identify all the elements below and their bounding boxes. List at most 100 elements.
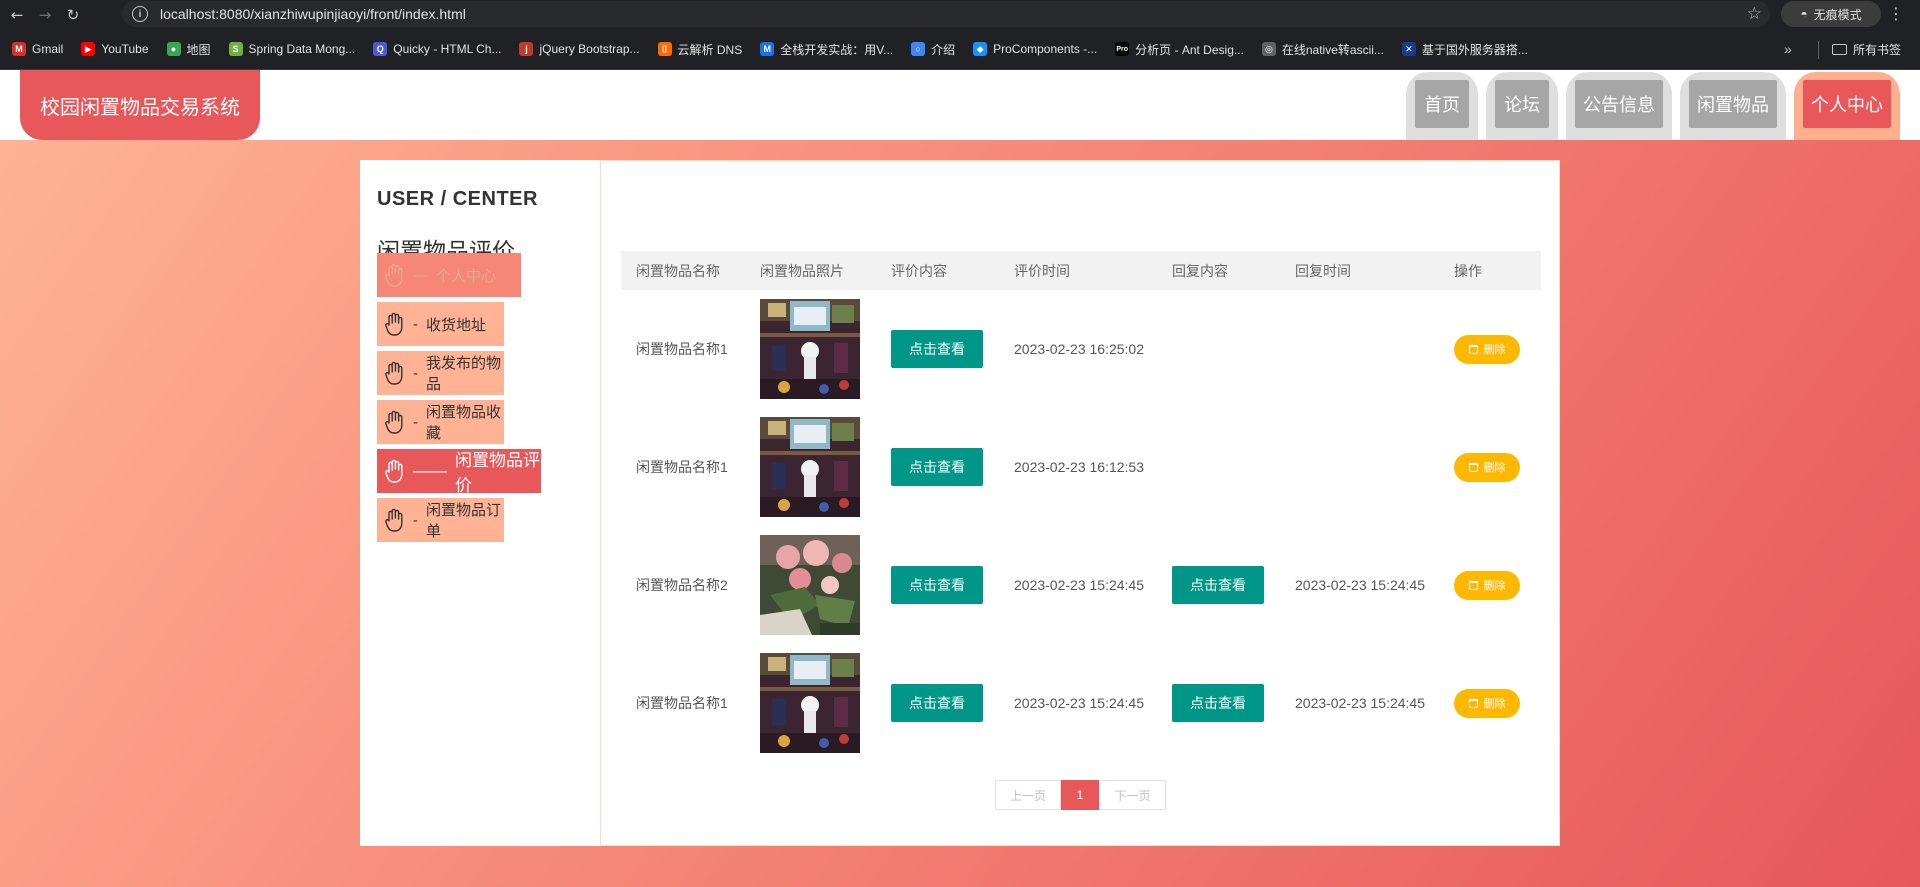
- prev-page-button[interactable]: 上一页: [995, 780, 1061, 810]
- all-bookmarks-label: 所有书签: [1853, 42, 1902, 57]
- trash-icon: [1468, 462, 1478, 472]
- nav-tab-items[interactable]: 闲置物品: [1680, 72, 1786, 140]
- sidebar-item-reviews[interactable]: —— 闲置物品评价: [377, 449, 541, 495]
- bookmark-label: YouTube: [101, 42, 149, 56]
- delete-label: 删除: [1483, 344, 1506, 356]
- delete-button[interactable]: 删除: [1454, 452, 1520, 482]
- bookmark-favicon-icon: ▶: [81, 42, 96, 56]
- site-info-icon[interactable]: i: [132, 6, 148, 22]
- bookmark-item[interactable]: Q Quicky - HTML Ch...: [373, 42, 501, 56]
- item-photo[interactable]: [760, 535, 860, 635]
- sidebar-item-dash: -: [413, 364, 418, 382]
- item-name-cell: 闲置物品名称1: [636, 695, 728, 711]
- sidebar-item-label: 我发布的物品: [426, 355, 502, 393]
- reload-icon[interactable]: ↻: [62, 4, 84, 26]
- nav-tab-announcements[interactable]: 公告信息: [1566, 72, 1672, 140]
- item-photo-cell: [745, 535, 876, 635]
- delete-button[interactable]: 删除: [1454, 688, 1520, 718]
- bookmarks-bar: M Gmail ▶ YouTube ● 地图 S Spring Data Mong... Q Qu…: [0, 29, 1920, 70]
- eval-time-cell: 2023-02-23 15:24:45: [1014, 577, 1144, 593]
- site-header: 校园闲置物品交易系统 首页 论坛 公告信息 闲置物品 个人中心: [0, 70, 1920, 140]
- bookmark-label: 云解析 DNS: [677, 42, 743, 57]
- view-eval-button[interactable]: 点击查看: [891, 684, 983, 722]
- hand-icon: [383, 507, 407, 533]
- actions-cell: 删除: [1439, 452, 1541, 482]
- more-bookmarks-icon[interactable]: »: [1784, 41, 1792, 57]
- forward-arrow-icon[interactable]: →: [34, 4, 56, 26]
- bookmark-item[interactable]: ◎ 在线native转ascii...: [1261, 41, 1384, 58]
- column-header: 操作: [1454, 262, 1482, 279]
- bookmark-label: Quicky - HTML Ch...: [393, 42, 502, 56]
- nav-tab-forum[interactable]: 论坛: [1486, 72, 1558, 140]
- back-arrow-icon[interactable]: ←: [6, 4, 28, 26]
- nav-tab-label: 首页: [1415, 80, 1469, 128]
- bookmark-item[interactable]: ● 地图: [166, 41, 211, 58]
- item-name-cell: 闲置物品名称2: [636, 577, 728, 593]
- all-bookmarks[interactable]: 所有书签: [1832, 41, 1901, 58]
- column-header: 闲置物品照片: [760, 262, 844, 279]
- incognito-badge[interactable]: ◓ 无痕模式: [1781, 1, 1881, 27]
- bookmark-item[interactable]: M 全栈开发实战：用V...: [760, 41, 893, 58]
- bookmark-item[interactable]: ○ 介绍: [911, 41, 955, 58]
- sidebar-item-label: 闲置物品评价: [455, 451, 540, 495]
- column-header: 评价内容: [891, 262, 947, 279]
- hand-icon: [383, 409, 407, 435]
- reviews-table: 闲置物品名称 闲置物品照片 评价内容 评价时间 回复内容 回复时间 操作 闲置物…: [621, 251, 1541, 762]
- sidebar-item-user-center[interactable]: — 个人中心: [377, 253, 521, 297]
- current-page[interactable]: 1: [1061, 780, 1099, 810]
- item-photo[interactable]: [760, 653, 860, 753]
- bookmark-favicon-icon: []: [657, 42, 672, 56]
- reply-content-cell: 点击查看: [1157, 566, 1280, 604]
- sidebar-item-label: 闲置物品收藏: [426, 404, 502, 442]
- actions-cell: 删除: [1439, 334, 1541, 364]
- bookmarks-divider: [1818, 41, 1819, 59]
- hand-icon: [383, 458, 407, 484]
- bookmark-item[interactable]: M Gmail: [12, 42, 63, 56]
- bookmark-item[interactable]: ▶ YouTube: [81, 42, 149, 56]
- view-reply-button[interactable]: 点击查看: [1172, 684, 1264, 722]
- sidebar-item-orders[interactable]: - 闲置物品订单: [377, 498, 504, 542]
- item-photo-cell: [745, 653, 876, 753]
- view-eval-button[interactable]: 点击查看: [891, 330, 983, 368]
- url-text[interactable]: localhost:8080/xianzhiwupinjiaoyi/front/…: [160, 6, 466, 22]
- bookmark-item[interactable]: [] 云解析 DNS: [657, 41, 743, 58]
- view-eval-button[interactable]: 点击查看: [891, 448, 983, 486]
- item-photo[interactable]: [760, 417, 860, 517]
- bookmark-favicon-icon: M: [760, 42, 775, 56]
- site-title[interactable]: 校园闲置物品交易系统: [20, 70, 260, 140]
- next-page-button[interactable]: 下一页: [1099, 780, 1166, 810]
- bookmark-star-icon[interactable]: ☆: [1747, 4, 1762, 24]
- actions-cell: 删除: [1439, 570, 1541, 600]
- delete-button[interactable]: 删除: [1454, 570, 1520, 600]
- reply-time-cell: 2023-02-23 15:24:45: [1295, 695, 1425, 711]
- sidebar-item-address[interactable]: - 收货地址: [377, 302, 504, 346]
- bookmark-label: jQuery Bootstrap...: [539, 42, 640, 56]
- delete-button[interactable]: 删除: [1454, 334, 1520, 364]
- table-header: 闲置物品名称 闲置物品照片 评价内容 评价时间 回复内容 回复时间 操作: [621, 251, 1541, 290]
- bookmark-favicon-icon: ✕: [1401, 42, 1416, 56]
- view-reply-button[interactable]: 点击查看: [1172, 566, 1264, 604]
- bookmark-item[interactable]: S Spring Data Mong...: [228, 42, 355, 56]
- trash-icon: [1468, 698, 1478, 708]
- item-photo[interactable]: [760, 299, 860, 399]
- nav-tab-user-center[interactable]: 个人中心: [1794, 72, 1900, 140]
- eval-content-cell: 点击查看: [876, 330, 999, 368]
- view-eval-button[interactable]: 点击查看: [891, 566, 983, 604]
- chrome-menu-icon[interactable]: ⋮: [1888, 4, 1904, 23]
- bookmark-item[interactable]: ✕ 基于国外服务器搭...: [1401, 41, 1528, 58]
- bookmark-item[interactable]: ◆ ProComponents -...: [973, 42, 1097, 56]
- nav-tab-label: 闲置物品: [1689, 80, 1777, 128]
- sidebar-item-favorites[interactable]: - 闲置物品收藏: [377, 400, 504, 444]
- sidebar-item-dash: -: [413, 413, 418, 431]
- sidebar-item-my-items[interactable]: - 我发布的物品: [377, 351, 504, 395]
- bookmark-label: ProComponents -...: [993, 42, 1098, 56]
- bookmark-label: Gmail: [32, 42, 64, 56]
- delete-label: 删除: [1483, 462, 1506, 474]
- bookmark-item[interactable]: Pro 分析页 - Ant Desig...: [1115, 41, 1244, 58]
- address-bar[interactable]: i localhost:8080/xianzhiwupinjiaoyi/fron…: [122, 1, 1770, 27]
- bookmark-favicon-icon: Pro: [1115, 42, 1130, 56]
- bookmark-item[interactable]: j jQuery Bootstrap...: [519, 42, 640, 56]
- bookmark-label: 地图: [186, 42, 211, 57]
- bookmark-favicon-icon: ●: [166, 42, 181, 56]
- nav-tab-home[interactable]: 首页: [1406, 72, 1478, 140]
